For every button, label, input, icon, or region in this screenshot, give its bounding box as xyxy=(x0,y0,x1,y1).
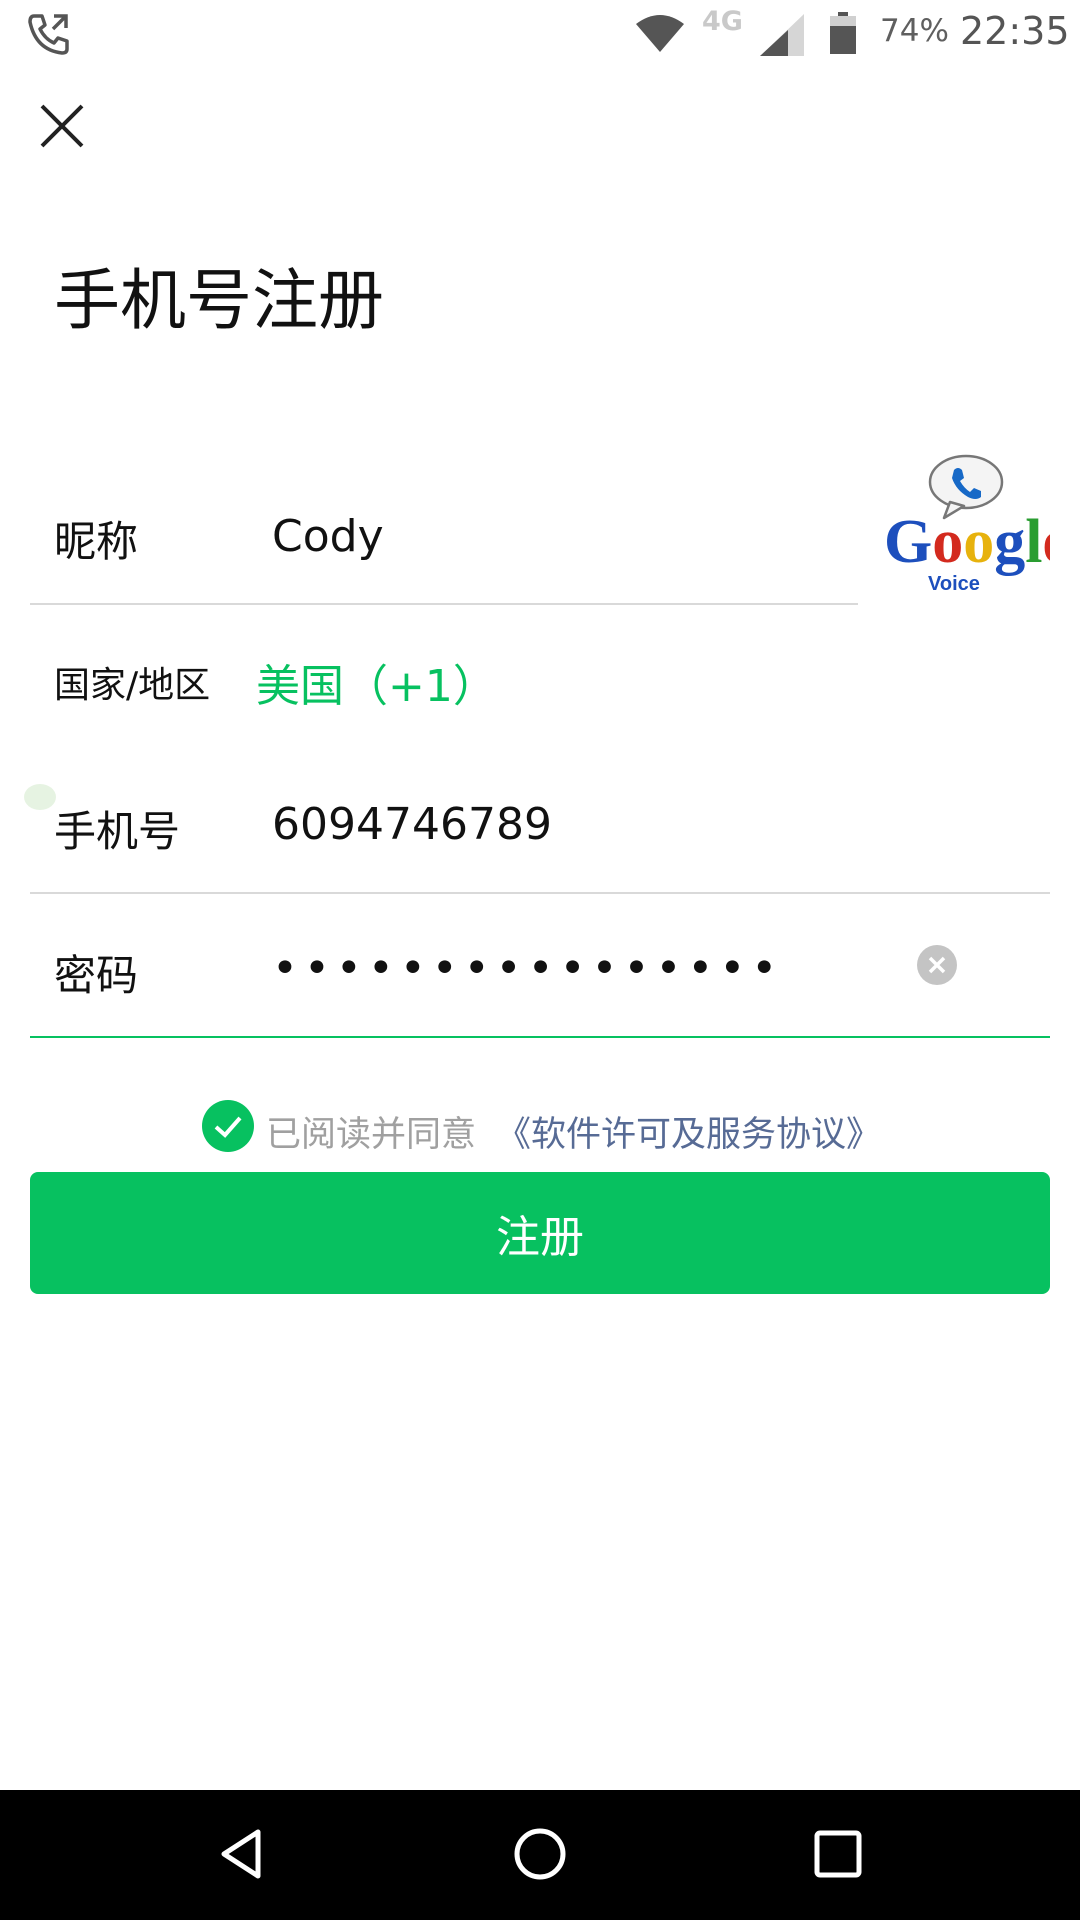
password-input[interactable] xyxy=(272,938,872,998)
google-voice-logo[interactable]: Google Voice xyxy=(884,450,1050,600)
navigation-bar xyxy=(0,1790,1080,1920)
nickname-label: 昵称 xyxy=(54,517,139,566)
phone-input[interactable] xyxy=(272,794,832,854)
register-button[interactable]: 注册 xyxy=(30,1172,1050,1294)
clear-icon[interactable] xyxy=(916,944,958,986)
logo-subtext: Voice xyxy=(928,573,980,595)
network-type: 4G xyxy=(702,6,743,37)
password-divider xyxy=(30,1036,1050,1038)
home-icon[interactable] xyxy=(510,1824,570,1884)
agreement-link[interactable]: 《软件许可及服务协议》 xyxy=(496,1106,881,1157)
watermark-icon xyxy=(24,784,56,810)
page-title: 手机号注册 xyxy=(54,262,384,339)
wifi-icon xyxy=(636,15,684,52)
recent-apps-icon[interactable] xyxy=(808,1824,868,1884)
close-icon[interactable] xyxy=(36,100,88,152)
status-bar: 4G 74% 22:35 xyxy=(0,0,1080,66)
back-icon[interactable] xyxy=(214,1824,274,1884)
call-forward-icon xyxy=(28,14,69,55)
nickname-input[interactable] xyxy=(272,506,832,566)
agreement-checkbox-icon[interactable] xyxy=(202,1100,254,1152)
svg-text:Google: Google xyxy=(884,508,1050,576)
clock: 22:35 xyxy=(960,9,1070,53)
country-selector[interactable]: 美国（+1） xyxy=(256,650,497,714)
nickname-divider xyxy=(30,603,858,605)
signal-icon xyxy=(760,14,804,56)
battery-icon xyxy=(830,12,856,54)
phone-divider xyxy=(30,892,1050,894)
battery-percent: 74% xyxy=(880,13,949,49)
register-screen: 4G 74% 22:35 手机号注册 昵称 Google Voice 国家/地区… xyxy=(0,0,1080,1920)
country-label: 国家/地区 xyxy=(54,665,211,706)
agreement-text: 已阅读并同意 xyxy=(266,1115,477,1155)
phone-label: 手机号 xyxy=(54,807,181,856)
password-label: 密码 xyxy=(54,951,139,1000)
